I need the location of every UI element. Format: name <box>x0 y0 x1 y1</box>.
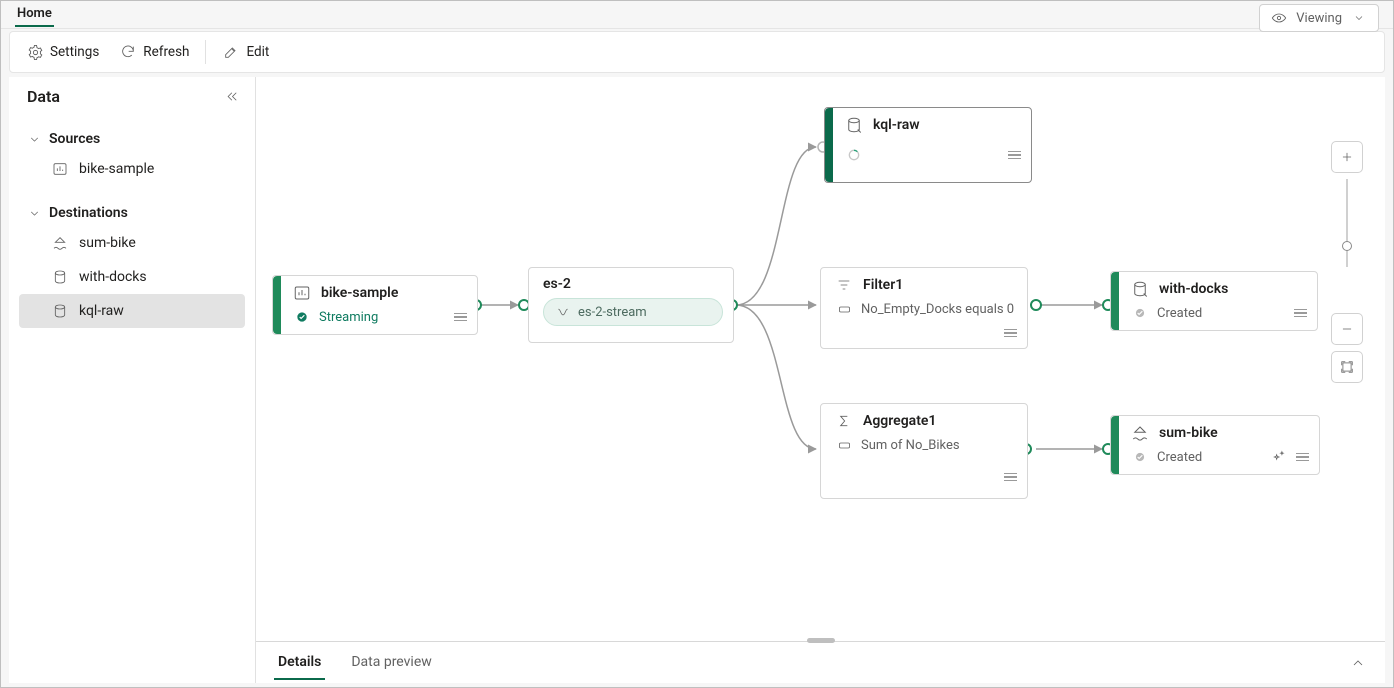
edit-label: Edit <box>246 44 269 60</box>
node-with-docks[interactable]: with-docks Created <box>1110 271 1318 331</box>
destination-label: sum-bike <box>79 235 136 251</box>
loading-icon <box>845 146 863 164</box>
destination-label: with-docks <box>79 269 147 285</box>
settings-button[interactable]: Settings <box>16 32 109 72</box>
toolbar: Settings Refresh Edit <box>9 31 1385 73</box>
sidebar-title: Data <box>27 87 60 106</box>
destinations-label: Destinations <box>49 205 128 221</box>
collapse-icon[interactable] <box>223 88 241 106</box>
node-filter1[interactable]: Filter1 No_Empty_Docks equals 0 <box>820 267 1028 349</box>
fit-button[interactable] <box>1331 351 1363 383</box>
pill-label: es-2-stream <box>578 305 647 320</box>
node-bike-sample[interactable]: bike-sample Streaming <box>272 275 478 335</box>
source-label: bike-sample <box>79 161 154 177</box>
chevron-up-icon[interactable] <box>1349 654 1367 672</box>
sidebar: Data Sources bike-sample <box>9 77 256 683</box>
canvas[interactable]: bike-sample Streaming <box>256 77 1385 641</box>
refresh-button[interactable]: Refresh <box>109 32 199 72</box>
sources-label: Sources <box>49 131 100 147</box>
node-subtitle: Sum of No_Bikes <box>861 438 960 453</box>
destination-label: kql-raw <box>79 303 124 319</box>
resize-handle[interactable] <box>807 638 835 643</box>
node-accent <box>1111 272 1119 330</box>
view-mode-dropdown[interactable]: Viewing <box>1259 4 1379 32</box>
menu-icon[interactable] <box>1296 453 1309 462</box>
node-title: Aggregate1 <box>863 413 936 429</box>
database-icon <box>1131 280 1149 298</box>
chart-icon <box>51 160 69 178</box>
view-mode-label: Viewing <box>1296 11 1342 26</box>
check-icon <box>293 308 311 326</box>
node-accent <box>273 276 281 334</box>
menu-icon[interactable] <box>1008 151 1021 160</box>
field-icon <box>835 300 853 318</box>
stream-icon <box>554 303 572 321</box>
database-icon <box>845 116 863 134</box>
sidebar-item-bike-sample[interactable]: bike-sample <box>19 152 245 186</box>
refresh-icon <box>119 43 137 61</box>
node-accent <box>1111 416 1119 474</box>
sparkle-icon <box>1270 448 1288 466</box>
chevron-down-icon <box>25 130 43 148</box>
menu-icon[interactable] <box>1294 309 1307 318</box>
node-title: Filter1 <box>863 277 903 293</box>
menu-icon[interactable] <box>1004 473 1017 482</box>
sidebar-item-kql-raw[interactable]: kql-raw <box>19 294 245 328</box>
node-status: Streaming <box>319 310 378 325</box>
node-sum-bike[interactable]: sum-bike Created <box>1110 415 1320 475</box>
sources-header[interactable]: Sources <box>15 126 249 152</box>
gear-icon <box>26 43 44 61</box>
zoom-in-button[interactable] <box>1331 141 1363 173</box>
node-title: es-2 <box>543 276 571 292</box>
node-title: with-docks <box>1159 281 1228 297</box>
lakehouse-icon <box>1131 424 1149 442</box>
check-icon <box>1131 448 1149 466</box>
data-preview-tab[interactable]: Data preview <box>347 646 435 680</box>
eye-icon <box>1270 9 1288 27</box>
destinations-header[interactable]: Destinations <box>15 200 249 226</box>
chevron-down-icon <box>1350 9 1368 27</box>
settings-label: Settings <box>50 44 99 60</box>
field-icon <box>835 436 853 454</box>
node-status: Created <box>1157 306 1202 321</box>
database-icon <box>51 268 69 286</box>
node-aggregate1[interactable]: Aggregate1 Sum of No_Bikes <box>820 403 1028 499</box>
menu-icon[interactable] <box>454 313 467 322</box>
node-kql-raw[interactable]: kql-raw <box>824 107 1032 183</box>
edit-icon <box>222 43 240 61</box>
check-icon <box>1131 304 1149 322</box>
filter-icon <box>835 276 853 294</box>
bottom-panel: Details Data preview <box>256 641 1385 683</box>
node-title: sum-bike <box>1159 425 1218 441</box>
connections <box>256 77 1385 641</box>
ribbon-tabs: Home <box>1 1 1393 29</box>
sigma-icon <box>835 412 853 430</box>
tab-home[interactable]: Home <box>15 2 54 27</box>
zoom-out-button[interactable] <box>1331 313 1363 345</box>
details-tab[interactable]: Details <box>274 646 325 680</box>
chevron-down-icon <box>25 204 43 222</box>
zoom-handle[interactable] <box>1342 241 1352 251</box>
refresh-label: Refresh <box>143 44 189 60</box>
node-title: bike-sample <box>321 285 398 301</box>
sidebar-item-sum-bike[interactable]: sum-bike <box>19 226 245 260</box>
node-subtitle: No_Empty_Docks equals 0 <box>861 302 1014 317</box>
zoom-track[interactable] <box>1346 179 1348 267</box>
database-icon <box>51 302 69 320</box>
node-status: Created <box>1157 450 1202 465</box>
menu-icon[interactable] <box>1004 329 1017 338</box>
sidebar-item-with-docks[interactable]: with-docks <box>19 260 245 294</box>
node-es-2[interactable]: es-2 es-2-stream <box>528 267 734 343</box>
lakehouse-icon <box>51 234 69 252</box>
chart-icon <box>293 284 311 302</box>
edit-button[interactable]: Edit <box>212 32 279 72</box>
node-title: kql-raw <box>873 117 920 133</box>
toolbar-separator <box>205 40 206 64</box>
stream-pill: es-2-stream <box>543 298 723 326</box>
node-accent <box>825 108 833 182</box>
zoom-controls <box>1331 141 1363 383</box>
